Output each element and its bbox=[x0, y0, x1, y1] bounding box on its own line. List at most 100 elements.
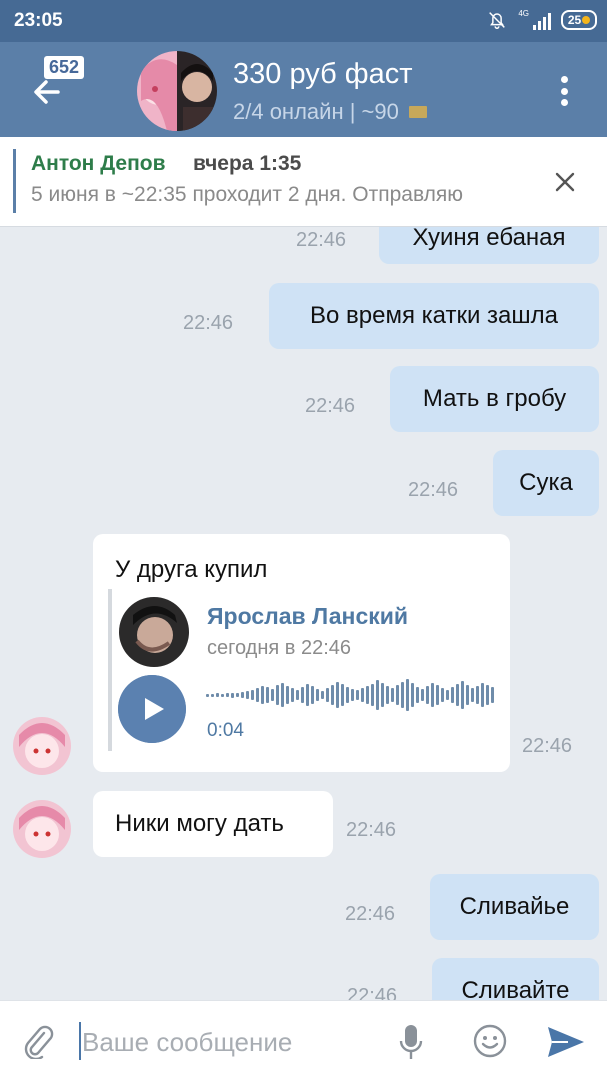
network-label: 4G bbox=[518, 9, 529, 18]
emoji-icon[interactable] bbox=[472, 1023, 508, 1059]
waveform-bar bbox=[406, 679, 409, 711]
waveform-bar bbox=[216, 693, 219, 697]
message-text: Сливайте bbox=[461, 977, 570, 1000]
message-bubble-outgoing[interactable]: Мать в гробу bbox=[390, 366, 599, 432]
mail-icon bbox=[408, 106, 427, 118]
waveform-bar bbox=[476, 686, 479, 704]
message-time: 22:46 bbox=[305, 395, 356, 417]
play-icon[interactable] bbox=[118, 675, 186, 743]
unread-badge: 652 bbox=[44, 56, 85, 79]
waveform-bar bbox=[221, 693, 224, 697]
message-time: 22:46 bbox=[183, 312, 234, 334]
signal-icon: 4G bbox=[518, 10, 551, 30]
status-time: 23:05 bbox=[14, 10, 63, 31]
waveform-bar bbox=[461, 681, 464, 709]
waveform-bar bbox=[246, 691, 249, 699]
waveform-bar bbox=[441, 688, 444, 702]
waveform-bar bbox=[336, 682, 339, 708]
waveform-bar bbox=[431, 683, 434, 707]
waveform-bar bbox=[481, 683, 484, 707]
message-list[interactable]: Хуиня ебаная 22:46 Во время катки зашла … bbox=[0, 227, 607, 1000]
waveform-bar bbox=[271, 689, 274, 701]
waveform-bar bbox=[366, 686, 369, 704]
waveform-bar bbox=[351, 689, 354, 701]
waveform-bar bbox=[456, 684, 459, 706]
attach-icon[interactable] bbox=[20, 1023, 56, 1059]
microphone-icon[interactable] bbox=[398, 1023, 424, 1061]
message-text: Во время катки зашла bbox=[309, 302, 558, 329]
waveform-bar bbox=[381, 683, 384, 707]
message-time: 22:46 bbox=[522, 735, 573, 757]
chat-online-count: 2/4 онлайн | ~90 bbox=[233, 99, 399, 124]
voice-duration: 0:04 bbox=[207, 720, 244, 741]
message-composer bbox=[0, 1000, 607, 1080]
message-time: 22:46 bbox=[346, 819, 397, 841]
waveform-bar bbox=[261, 686, 264, 704]
message-time: 22:46 bbox=[408, 479, 459, 501]
message-bubble-outgoing[interactable]: Хуиня ебаная bbox=[379, 227, 599, 264]
waveform-bar bbox=[256, 688, 259, 702]
chat-header: 652 330 руб фаст 2/4 онлайн | ~90 bbox=[0, 42, 607, 137]
message-text: Мать в гробу bbox=[422, 385, 567, 412]
waveform-bar bbox=[316, 689, 319, 701]
message-text: Сука bbox=[519, 469, 573, 496]
forward-author-name[interactable]: Ярослав Ланский bbox=[207, 603, 408, 630]
more-vert-icon[interactable] bbox=[561, 76, 569, 106]
battery-level: 25 bbox=[567, 13, 582, 27]
pinned-accent-bar bbox=[13, 149, 16, 213]
sender-avatar[interactable] bbox=[13, 717, 71, 775]
waveform-bar bbox=[206, 693, 209, 697]
forward-author-avatar[interactable] bbox=[119, 597, 189, 667]
waveform-bar bbox=[301, 687, 304, 703]
waveform-bar bbox=[451, 687, 454, 703]
waveform-bar bbox=[416, 687, 419, 703]
waveform-bar bbox=[421, 689, 424, 701]
waveform-bar bbox=[341, 684, 344, 706]
send-icon[interactable] bbox=[546, 1025, 586, 1059]
message-input[interactable] bbox=[82, 1025, 382, 1059]
chat-subtitle: 2/4 онлайн | ~90 bbox=[233, 99, 427, 125]
message-bubble-outgoing[interactable]: Сука bbox=[493, 450, 599, 516]
sender-avatar[interactable] bbox=[13, 800, 71, 858]
waveform-bar bbox=[346, 687, 349, 703]
battery-icon: 25 bbox=[561, 10, 597, 30]
message-bubble-outgoing[interactable]: Во время катки зашла bbox=[269, 283, 599, 349]
waveform-bar bbox=[226, 693, 229, 697]
message-bubble-incoming[interactable]: Ники могу дать bbox=[93, 791, 333, 857]
waveform-bar bbox=[251, 690, 254, 700]
message-text: Сливайье bbox=[459, 893, 570, 920]
waveform-bar bbox=[291, 688, 294, 702]
waveform-bar bbox=[326, 688, 329, 702]
waveform-bar bbox=[241, 692, 244, 698]
message-text: Хуиня ебаная bbox=[412, 227, 566, 251]
waveform-bar bbox=[306, 684, 309, 706]
waveform-bar bbox=[471, 688, 474, 702]
waveform-bar bbox=[211, 693, 214, 697]
pinned-message[interactable]: Антон Депов вчера 1:35 5 июня в ~22:35 п… bbox=[0, 137, 607, 227]
forward-accent-bar bbox=[108, 589, 112, 751]
pinned-time: вчера 1:35 bbox=[193, 152, 302, 175]
pinned-text: 5 июня в ~22:35 проходит 2 дня. Отправля… bbox=[31, 183, 463, 206]
message-text: Ники могу дать bbox=[115, 810, 284, 837]
waveform-bar bbox=[266, 687, 269, 703]
waveform-bar bbox=[296, 690, 299, 700]
waveform-bar bbox=[356, 690, 359, 700]
status-icons: 4G 25 bbox=[486, 9, 597, 31]
waveform-bar bbox=[276, 685, 279, 705]
waveform-bar bbox=[311, 686, 314, 704]
message-time: 22:46 bbox=[347, 985, 398, 1000]
chat-avatar[interactable] bbox=[137, 51, 217, 131]
waveform-bar bbox=[371, 684, 374, 706]
waveform-bar bbox=[376, 680, 379, 710]
message-time: 22:46 bbox=[296, 229, 347, 251]
waveform-bar bbox=[426, 686, 429, 704]
message-bubble-outgoing[interactable]: Сливайье bbox=[430, 874, 599, 940]
waveform-bar bbox=[446, 690, 449, 700]
close-icon[interactable] bbox=[553, 170, 577, 194]
forward-time: сегодня в 22:46 bbox=[207, 637, 351, 659]
voice-waveform[interactable] bbox=[206, 675, 496, 715]
message-bubble-outgoing[interactable]: Сливайте bbox=[432, 958, 599, 1000]
waveform-bar bbox=[281, 683, 284, 707]
waveform-bar bbox=[286, 686, 289, 704]
waveform-bar bbox=[236, 693, 239, 697]
